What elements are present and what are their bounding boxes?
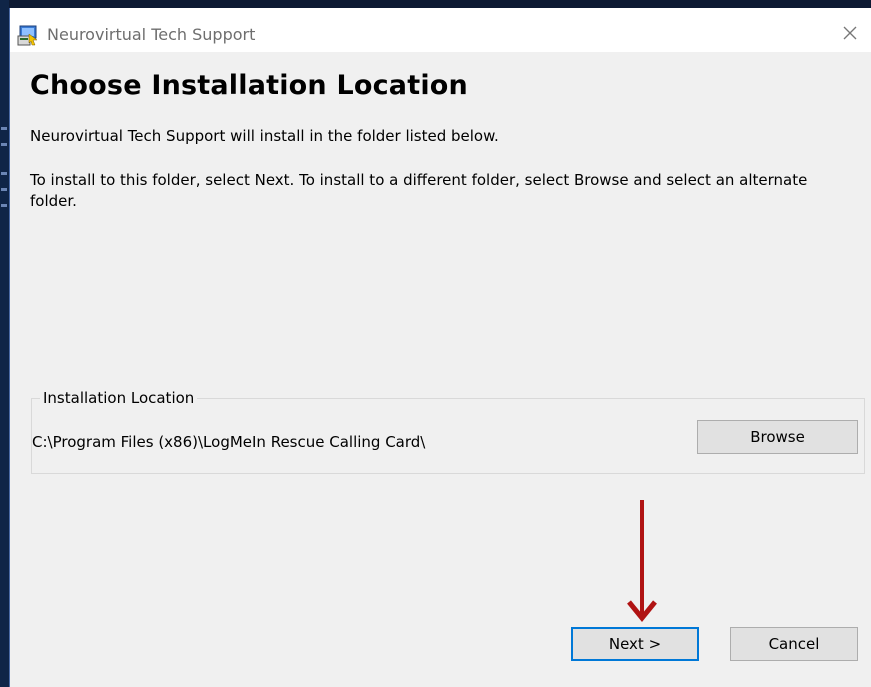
title-bar[interactable]: Neurovirtual Tech Support <box>10 8 871 52</box>
desktop-edge <box>0 0 9 687</box>
close-icon[interactable] <box>839 22 861 44</box>
description-text: Neurovirtual Tech Support will install i… <box>30 127 499 145</box>
installer-icon <box>17 25 38 46</box>
desktop-mark <box>1 127 7 130</box>
group-label: Installation Location <box>40 389 198 407</box>
installer-dialog: Neurovirtual Tech Support Choose Install… <box>9 8 871 687</box>
desktop-mark <box>1 188 7 191</box>
window-title: Neurovirtual Tech Support <box>47 25 256 44</box>
down-arrow-icon <box>627 500 657 622</box>
desktop-mark <box>1 204 7 207</box>
desktop-mark <box>1 172 7 175</box>
desktop-background <box>0 0 871 8</box>
install-path: C:\Program Files (x86)\LogMeIn Rescue Ca… <box>32 433 426 451</box>
next-button[interactable]: Next > <box>571 627 699 661</box>
cancel-button[interactable]: Cancel <box>730 627 858 661</box>
instruction-text: To install to this folder, select Next. … <box>30 171 808 210</box>
page-title: Choose Installation Location <box>30 70 468 101</box>
desktop-mark <box>1 143 7 146</box>
browse-button[interactable]: Browse <box>697 420 858 454</box>
